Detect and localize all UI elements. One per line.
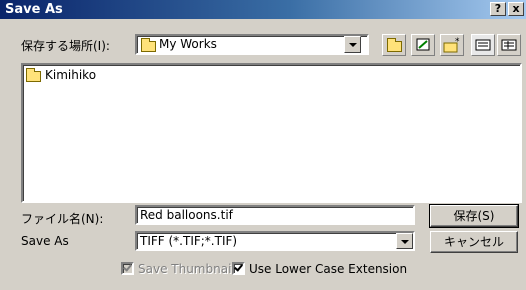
title-bar[interactable]: Save As ? x xyxy=(0,0,526,19)
list-view-icon xyxy=(475,39,491,51)
cancel-button[interactable]: キャンセル xyxy=(430,231,518,253)
folder-icon xyxy=(141,38,156,52)
up-one-level-button[interactable] xyxy=(382,34,406,56)
help-button[interactable]: ? xyxy=(490,2,506,16)
save-as-type-combo[interactable]: TIFF (*.TIF;*.TIF) xyxy=(135,231,415,251)
window-title: Save As xyxy=(5,2,63,17)
save-in-value: My Works xyxy=(159,37,217,51)
check-mark-icon xyxy=(234,262,243,272)
new-folder-button[interactable]: * xyxy=(440,34,464,56)
list-item[interactable]: Kimihiko xyxy=(26,68,146,82)
new-folder-icon: * xyxy=(443,37,460,53)
filename-label: ファイル名(N): xyxy=(21,212,104,226)
lower-case-extension-checkbox[interactable] xyxy=(232,262,245,275)
list-item-name: Kimihiko xyxy=(45,68,97,82)
file-list[interactable]: Kimihiko xyxy=(21,63,522,203)
svg-text:*: * xyxy=(455,37,460,47)
save-in-combo[interactable]: My Works xyxy=(135,34,369,55)
check-mark-icon xyxy=(123,262,132,272)
save-button[interactable]: 保存(S) xyxy=(429,204,519,228)
save-in-label: 保存する場所(I): xyxy=(21,39,110,53)
filename-value: Red balloons.tif xyxy=(140,208,233,222)
save-thumbnail-label: Save Thumbnail xyxy=(138,262,235,276)
filename-input[interactable]: Red balloons.tif xyxy=(135,205,415,225)
lower-case-extension-label[interactable]: Use Lower Case Extension xyxy=(249,262,407,276)
up-one-level-icon xyxy=(387,38,402,52)
close-button[interactable]: x xyxy=(508,2,524,16)
desktop-icon xyxy=(416,38,430,51)
save-as-type-label: Save As xyxy=(21,234,69,248)
desktop-button[interactable] xyxy=(411,34,435,56)
details-view-button[interactable] xyxy=(497,34,521,56)
folder-icon xyxy=(26,68,41,82)
save-in-dropdown-button[interactable] xyxy=(344,36,361,53)
save-as-type-value: TIFF (*.TIF;*.TIF) xyxy=(140,234,238,248)
details-view-icon xyxy=(501,39,517,51)
save-thumbnail-checkbox[interactable] xyxy=(121,262,134,275)
save-as-type-dropdown-button[interactable] xyxy=(396,233,413,249)
list-view-button[interactable] xyxy=(471,34,495,56)
